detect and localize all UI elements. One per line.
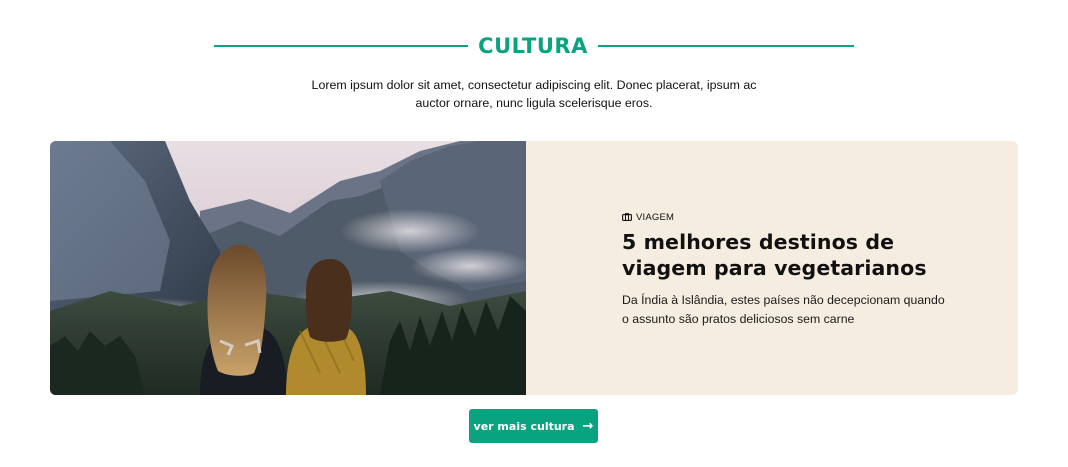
article-title[interactable]: 5 melhores destinos de viagem para veget… xyxy=(622,229,952,281)
article-category[interactable]: VIAGEM xyxy=(622,211,952,223)
section-header: CULTURA xyxy=(0,28,1068,64)
see-more-culture-button[interactable]: ver mais cultura → xyxy=(469,409,598,443)
article-content: VIAGEM 5 melhores destinos de viagem par… xyxy=(622,211,952,329)
article-image[interactable] xyxy=(50,141,526,395)
article-description: Da Índia à Islândia, estes países não de… xyxy=(622,293,945,326)
title-divider-left xyxy=(214,45,468,47)
featured-article-card[interactable]: VIAGEM 5 melhores destinos de viagem par… xyxy=(50,141,1018,395)
section-intro: Lorem ipsum dolor sit amet, consectetur … xyxy=(311,78,757,110)
category-label: VIAGEM xyxy=(636,211,675,223)
section-title: CULTURA xyxy=(478,34,588,58)
title-divider-right xyxy=(598,45,854,47)
see-more-label: ver mais cultura xyxy=(473,419,575,433)
travel-icon xyxy=(622,213,632,221)
arrow-right-icon: → xyxy=(582,418,594,434)
